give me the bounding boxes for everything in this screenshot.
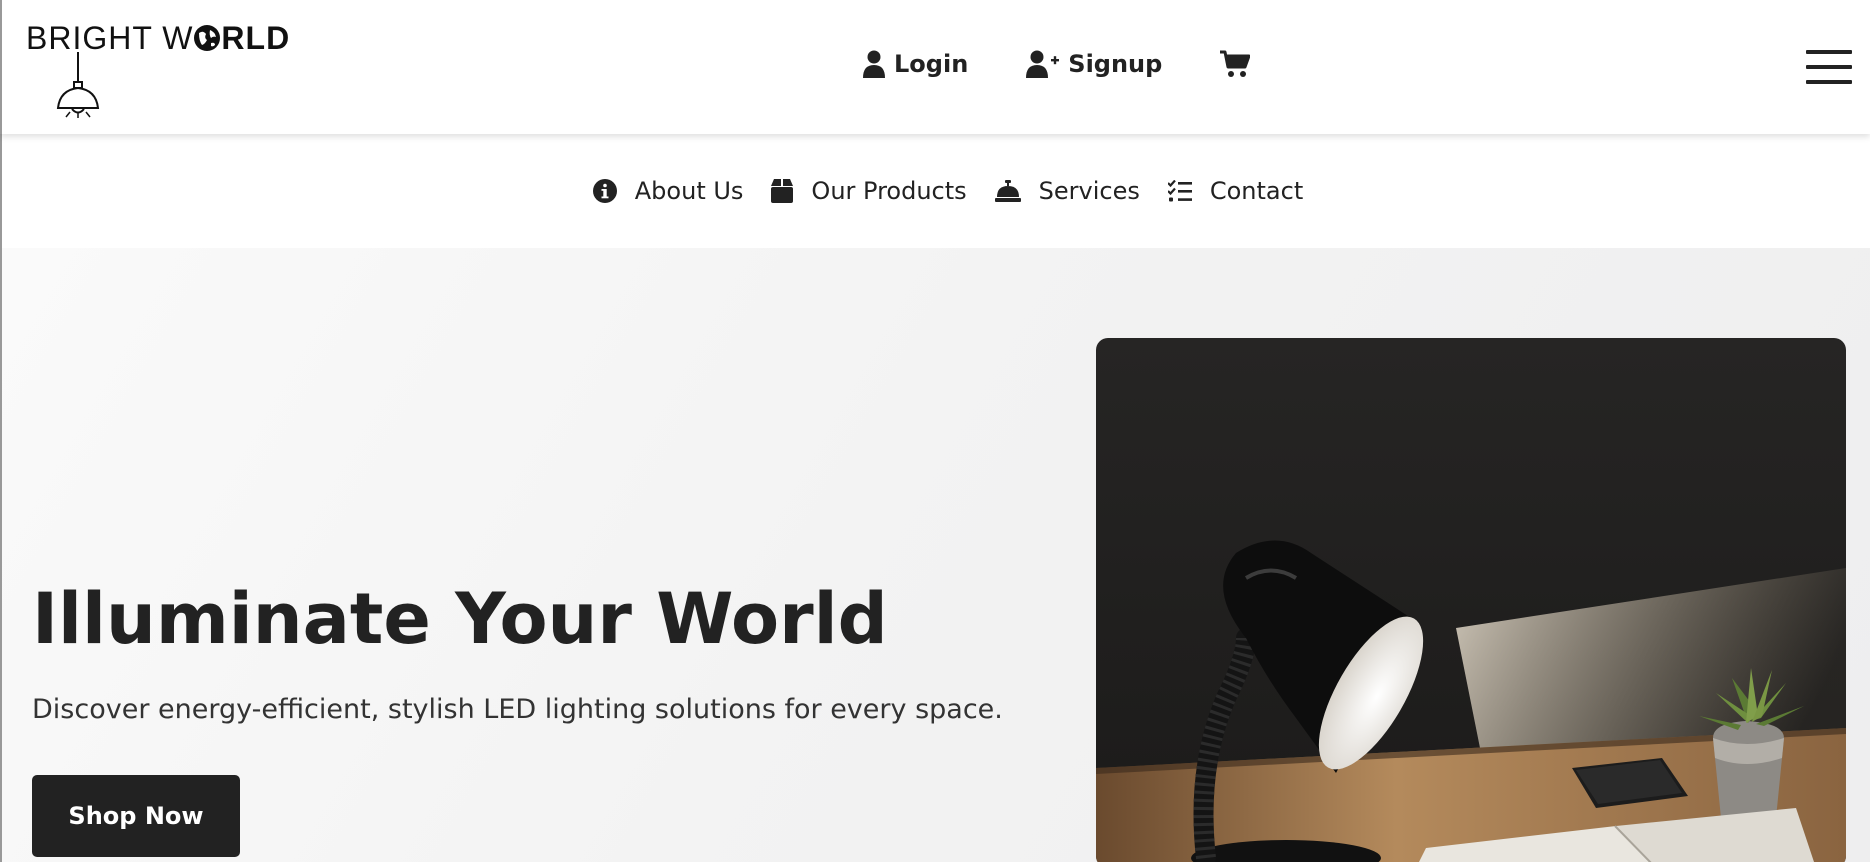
nav-contact-label: Contact	[1209, 177, 1304, 205]
shopping-cart-icon	[1220, 50, 1251, 77]
cart-button[interactable]	[1220, 50, 1251, 78]
nav-our-products[interactable]: Our Products	[771, 177, 967, 205]
auth-nav: Login Signup	[862, 50, 1251, 78]
info-circle-icon	[592, 179, 617, 203]
shop-now-button[interactable]: Shop Now	[32, 775, 240, 857]
nav-about-us[interactable]: About Us	[592, 177, 744, 205]
brand-logo[interactable]: BRIGHT W RLD	[26, 20, 296, 118]
login-label: Login	[894, 50, 969, 78]
user-icon	[863, 50, 885, 78]
nav-contact[interactable]: Contact	[1167, 177, 1304, 205]
hero-section: Illuminate Your World Discover energy-ef…	[0, 248, 1870, 862]
signup-link[interactable]: Signup	[1026, 50, 1162, 78]
signup-label: Signup	[1068, 50, 1163, 78]
logo-text-bold: RLD	[221, 20, 291, 56]
nav-services[interactable]: Services	[994, 177, 1140, 205]
nav-about-us-label: About Us	[634, 177, 744, 205]
secondary-nav: About Us Our Products Services Contact	[0, 134, 1870, 248]
top-header: BRIGHT W RLD Login Signup	[0, 0, 1870, 134]
concierge-bell-icon	[994, 180, 1021, 202]
nav-services-label: Services	[1038, 177, 1140, 205]
list-check-icon	[1167, 180, 1192, 202]
logo-text-light: BRIGHT W	[26, 20, 194, 56]
login-link[interactable]: Login	[862, 50, 968, 78]
user-plus-icon	[1026, 50, 1060, 78]
hamburger-menu-icon[interactable]	[1806, 50, 1852, 84]
box-icon	[771, 179, 794, 203]
pendant-lamp-icon	[56, 52, 100, 118]
hero-lamp-image	[1096, 338, 1846, 862]
globe-icon	[193, 23, 221, 60]
nav-our-products-label: Our Products	[811, 177, 967, 205]
hero-title: Illuminate Your World	[32, 578, 888, 660]
hero-subtitle: Discover energy-efficient, stylish LED l…	[32, 694, 1003, 725]
